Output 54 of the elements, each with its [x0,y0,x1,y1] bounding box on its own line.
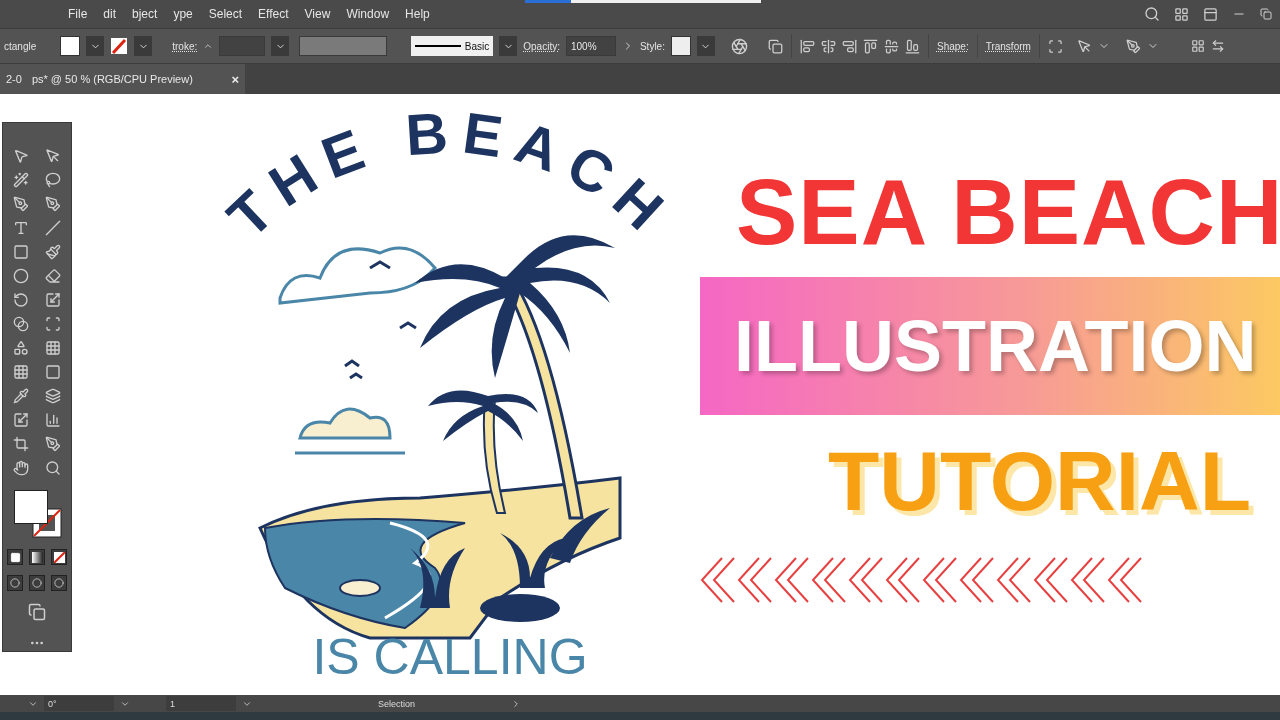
opacity-field[interactable]: 100% [565,36,616,56]
align-bottom-icon[interactable] [904,38,920,54]
align-center-icon[interactable] [820,38,836,54]
menu-item[interactable]: Select [200,7,251,21]
style-swatch[interactable] [670,36,691,56]
menu-item[interactable]: Effect [250,7,297,21]
search-icon[interactable] [1144,6,1160,22]
edit-pen-icon[interactable] [1125,38,1141,54]
close-button[interactable]: × [231,71,239,87]
stroke-weight-field[interactable] [219,36,266,56]
gradient-mode-icon[interactable] [29,549,45,565]
menu-item[interactable]: Window [338,7,398,21]
headline-title: SEA BEACH [735,162,1280,264]
panel-window-icon[interactable] [1203,6,1218,22]
restore-icon[interactable] [1260,8,1272,20]
grid-icon[interactable] [1190,39,1205,53]
align-right-icon[interactable] [841,38,857,54]
headline-subtitle: TUTORIAL [827,433,1253,531]
stepper-icon[interactable] [203,41,214,51]
menu-item[interactable]: dit [95,7,125,21]
align-middle-icon[interactable] [883,38,899,54]
arrange-icon[interactable] [1210,39,1225,53]
current-tool-name: Selection [378,698,416,709]
scan-icon[interactable] [1047,38,1063,54]
document-tab[interactable]: 2-0 ps* @ 50 % (RGB/CPU Preview) × [0,64,245,94]
stroke-none-icon[interactable] [110,37,129,55]
select-similar-icon[interactable] [1076,38,1092,54]
fill-swatch[interactable] [60,36,81,56]
menu-item[interactable]: View [296,7,339,21]
tool-name: ctangle [4,40,37,52]
menu-item[interactable]: bject [124,7,166,21]
recolor-icon[interactable] [730,37,748,55]
none-mode-icon[interactable] [51,549,67,565]
color-mode-icon[interactable] [7,549,23,565]
stroke-label: troke: [172,40,198,52]
align-left-icon[interactable] [799,38,815,54]
variable-width-field[interactable] [299,36,388,56]
align-top-icon[interactable] [862,38,878,54]
banner-text: ILLUSTRATION [734,305,1257,388]
transform-link[interactable]: Transform [985,40,1031,52]
opacity-label: Opacity: [523,40,560,52]
tab-title: ps* @ 50 % (RGB/CPU Preview) [31,73,193,85]
menu-item[interactable]: ype [165,7,201,21]
menu-item[interactable]: File [60,7,96,21]
shape-label[interactable]: Shape: [936,40,969,52]
artboard-number-field[interactable]: 1 [166,696,236,711]
rotation-field[interactable]: 0° [44,696,114,711]
tab-title: 2-0 [6,73,22,85]
workspace-layout-icon[interactable] [1174,6,1189,22]
fill-color-swatch[interactable] [14,490,48,524]
bottom-slogan: IS CALLING [312,629,588,680]
style-label: Style: [639,40,665,52]
brush-field[interactable]: Basic [411,36,494,56]
menu-item[interactable]: Help [397,7,438,21]
